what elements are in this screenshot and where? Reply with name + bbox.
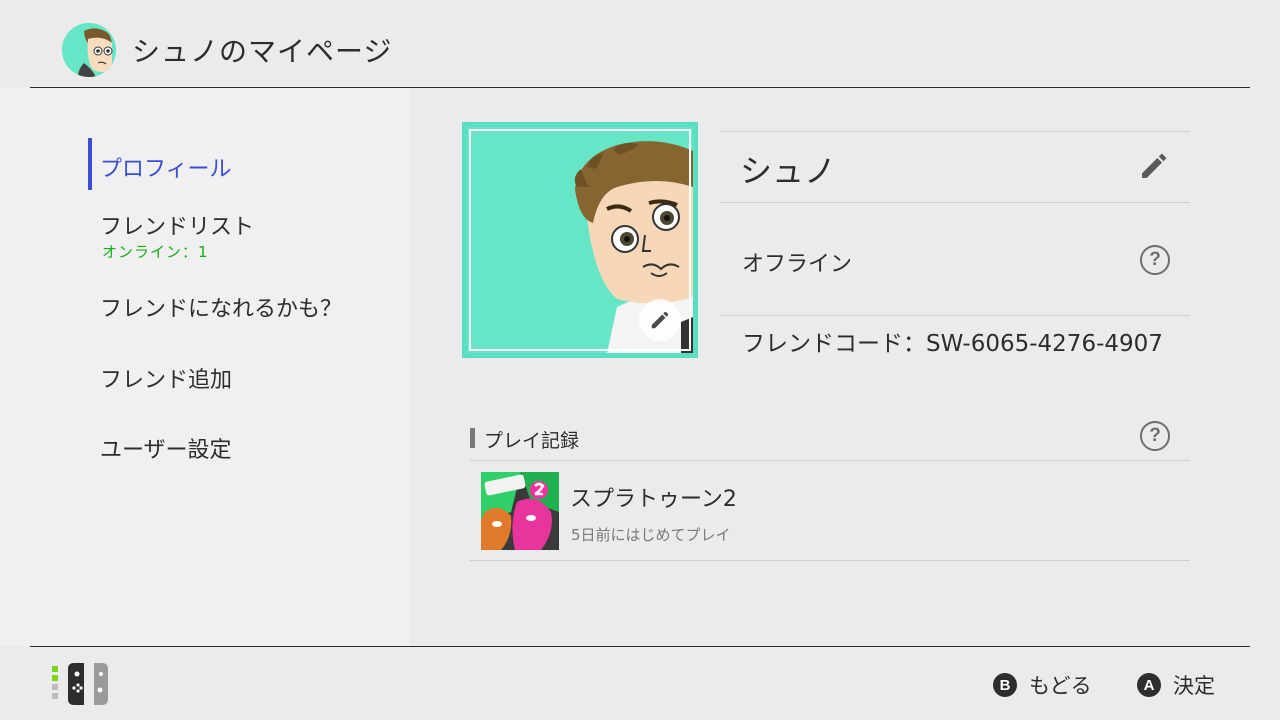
edit-name-button[interactable] xyxy=(1138,150,1170,182)
profile-name: シュノ xyxy=(740,152,837,190)
friend-online-count: オンライン：1 xyxy=(102,243,209,261)
sidebar: プロフィール フレンドリスト オンライン：1 フレンドになれるかも？ フレンド追… xyxy=(0,88,410,646)
section-marker xyxy=(470,428,475,448)
play-history-title: プレイ記録 xyxy=(484,430,580,452)
sidebar-item-suggested-friends[interactable]: フレンドになれるかも？ xyxy=(100,291,342,323)
sidebar-item-profile[interactable]: プロフィール xyxy=(100,151,232,183)
mii-edit-button[interactable] xyxy=(639,299,681,341)
divider xyxy=(470,460,1190,461)
divider xyxy=(720,315,1190,316)
game-title: スプラトゥーン2 xyxy=(570,487,737,512)
confirm-label: 決定 xyxy=(1173,674,1215,698)
game-thumbnail xyxy=(481,472,559,550)
help-icon[interactable]: ? xyxy=(1140,245,1170,275)
active-indicator xyxy=(88,138,92,190)
page-header: シュノのマイページ xyxy=(0,0,1280,88)
sidebar-item-friend-list[interactable]: フレンドリスト xyxy=(100,209,254,241)
sidebar-item-user-settings[interactable]: ユーザー設定 xyxy=(100,432,232,464)
back-label: もどる xyxy=(1029,674,1092,698)
pencil-icon xyxy=(651,311,669,329)
divider xyxy=(720,131,1190,132)
page-title: シュノのマイページ xyxy=(132,35,393,68)
profile-mii-card[interactable] xyxy=(463,123,697,357)
divider xyxy=(470,560,1190,561)
help-icon[interactable]: ? xyxy=(1140,421,1170,451)
confirm-button[interactable]: A 決定 xyxy=(1137,670,1215,700)
sidebar-item-add-friend[interactable]: フレンド追加 xyxy=(100,362,232,394)
friend-code: フレンドコード：SW-6065-4276-4907 xyxy=(742,331,1163,357)
game-playtime: 5日前にはじめてプレイ xyxy=(571,526,731,544)
pencil-icon xyxy=(1142,153,1167,178)
back-button[interactable]: B もどる xyxy=(993,670,1092,700)
divider xyxy=(720,202,1190,203)
b-button-icon: B xyxy=(993,673,1017,697)
joycon-icon xyxy=(50,662,112,710)
a-button-icon: A xyxy=(1137,673,1161,697)
user-avatar[interactable] xyxy=(62,23,116,77)
footer-divider xyxy=(30,646,1250,647)
online-status: オフライン xyxy=(742,252,853,277)
